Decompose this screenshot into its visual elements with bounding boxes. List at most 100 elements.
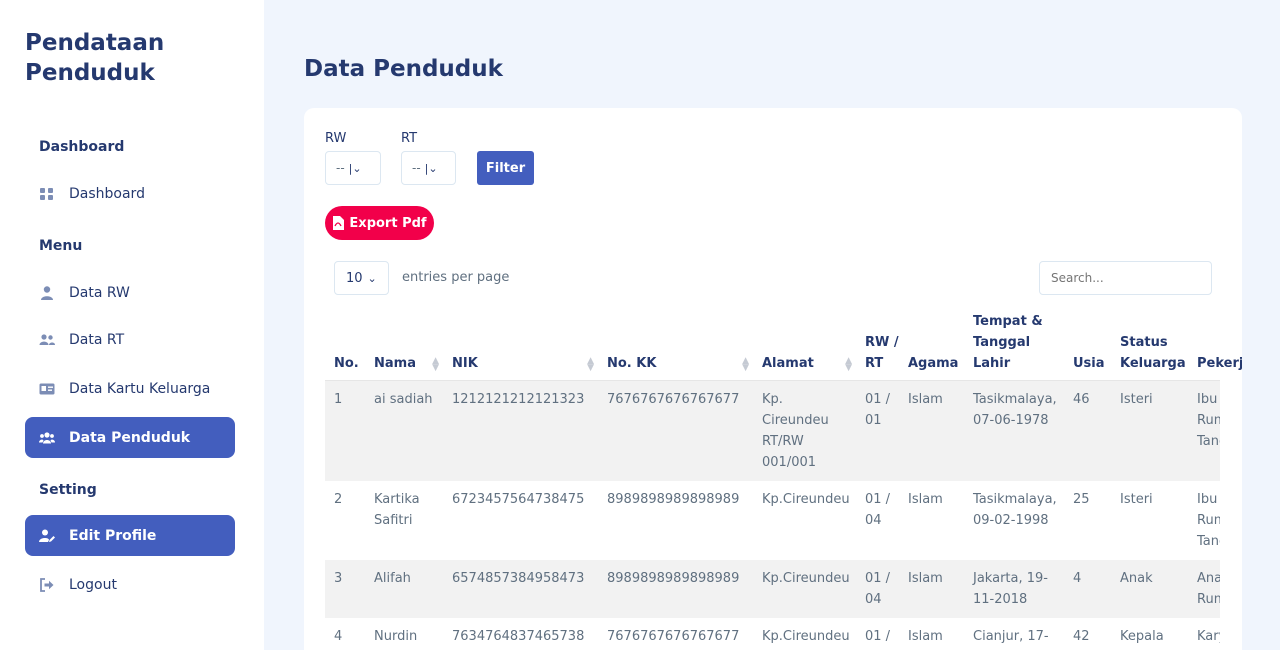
table-cell: Anak [1111, 559, 1188, 618]
grid-icon [39, 186, 55, 202]
table-cell: 7634764837465738 [443, 617, 598, 650]
column-header[interactable]: Pekerjaan [1188, 310, 1242, 381]
header-label: No. KK [607, 355, 657, 371]
header-label: Status Keluarga [1120, 334, 1186, 371]
table-cell: 7676767676767677 [598, 617, 753, 650]
table-cell: 4 [1064, 559, 1111, 618]
column-header[interactable]: Tempat & Tanggal Lahir [964, 310, 1064, 381]
brand-text: Pendataan Penduduk [25, 30, 165, 86]
table-cell: Islam [899, 617, 964, 650]
sort-icon: ▲ ▼ [845, 355, 852, 373]
table-cell: Nurdin [365, 617, 443, 650]
header-label: Nama [374, 355, 416, 371]
rw-filter-label: RW [325, 131, 347, 146]
table-cell: 01 / 04 [856, 559, 899, 618]
rw-filter-select[interactable]: -- |⌄ [325, 151, 381, 185]
table-cell: 01 / 04 [856, 480, 899, 560]
sidebar-item-dashboard[interactable]: Dashboard [25, 173, 235, 214]
sidebar-item-label: Data Penduduk [69, 429, 191, 446]
column-header[interactable]: Usia [1064, 310, 1111, 381]
table-cell: Alifah [365, 559, 443, 618]
sort-icon: ▲ ▼ [742, 355, 749, 373]
header-label: NIK [452, 355, 478, 371]
sidebar: Pendataan Penduduk Dashboard Dashboard M… [0, 0, 264, 650]
table-cell: Islam [899, 480, 964, 560]
id-card-icon [39, 381, 55, 397]
table-row: 1 ai sadiah 1212121212121323 76767676767… [325, 380, 1220, 481]
table-cell: 01 / 01 [856, 617, 899, 650]
table-cell: Jakarta, 19-11-2018 [964, 559, 1064, 618]
table-cell: Tasikmalaya, 09-02-1998 [964, 480, 1064, 560]
entries-per-page-label: entries per page [402, 270, 510, 285]
sidebar-item-label: Data Kartu Keluarga [69, 380, 211, 397]
table-cell: Kp.Cireundeu [753, 617, 856, 650]
sidebar-item-data-rw[interactable]: Data RW [25, 272, 235, 313]
table-cell: 25 [1064, 480, 1111, 560]
header-label: No. [334, 355, 359, 371]
chevron-down-icon: ⌄ [367, 271, 377, 285]
rt-filter-value: -- [412, 161, 421, 175]
export-pdf-label: Export Pdf [349, 215, 427, 231]
table-cell: 42 [1064, 617, 1111, 650]
table-cell: Isteri [1111, 380, 1188, 481]
sidebar-item-edit-profile[interactable]: Edit Profile [25, 515, 235, 556]
header-label: Agama [908, 355, 959, 371]
table-cell: 8989898989898989 [598, 480, 753, 560]
table-row: 3 Alifah 6574857384958473 89898989898989… [325, 559, 1220, 618]
column-header[interactable]: RW / RT [856, 310, 899, 381]
sidebar-item-data-penduduk[interactable]: Data Penduduk [25, 417, 235, 458]
table-cell: Kartika Safitri [365, 480, 443, 560]
entries-value: 10 [346, 270, 363, 286]
entries-per-page-select[interactable]: 10 ⌄ [334, 261, 389, 295]
rw-filter-value: -- [336, 161, 345, 175]
table-cell: 01 / 01 [856, 380, 899, 481]
table-cell: 4 [325, 617, 365, 650]
column-header[interactable]: No. KK ▲ ▼ [598, 310, 753, 381]
pdf-file-icon [332, 216, 345, 230]
penduduk-table: No. Nama ▲ ▼ NIK ▲ ▼ No. KK ▲ ▼ Alamat ▲ ▼ RW / … [325, 310, 1242, 650]
filter-button[interactable]: Filter [477, 151, 534, 185]
header-label: Usia [1073, 355, 1105, 371]
column-header[interactable]: Nama ▲ ▼ [365, 310, 443, 381]
table-row: 2 Kartika Safitri 6723457564738475 89898… [325, 480, 1220, 560]
sidebar-item-label: Edit Profile [69, 527, 157, 544]
table-cell: Ibu Rumah Tangga [1188, 380, 1220, 481]
table-cell: 8989898989898989 [598, 559, 753, 618]
person-icon [39, 285, 55, 301]
sidebar-item-data-rt[interactable]: Data RT [25, 319, 235, 360]
table-cell: 6723457564738475 [443, 480, 598, 560]
sidebar-item-data-kartu-keluarga[interactable]: Data Kartu Keluarga [25, 368, 235, 409]
sidebar-section-dashboard: Dashboard [39, 139, 125, 155]
export-pdf-button[interactable]: Export Pdf [325, 206, 434, 240]
rt-filter-label: RT [401, 131, 418, 146]
header-label: Pekerjaan [1197, 355, 1242, 371]
column-header[interactable]: Agama [899, 310, 964, 381]
column-header[interactable]: No. [325, 310, 365, 381]
table-cell: Kp.Cireundeu [753, 480, 856, 560]
sidebar-section-menu: Menu [39, 238, 83, 254]
table-cell: Islam [899, 559, 964, 618]
people-icon [39, 332, 55, 348]
table-cell: Islam [899, 380, 964, 481]
logout-icon [39, 577, 55, 593]
sidebar-item-label: Logout [69, 576, 117, 593]
table-cell: 7676767676767677 [598, 380, 753, 481]
table-cell: 2 [325, 480, 365, 560]
header-label: Tempat & Tanggal Lahir [973, 313, 1043, 371]
table-cell: 46 [1064, 380, 1111, 481]
page-title: Data Penduduk [304, 56, 503, 82]
brand-title: Pendataan Penduduk [25, 28, 225, 88]
table-cell: Karyawan [1188, 617, 1220, 650]
sort-icon: ▲ ▼ [587, 355, 594, 373]
data-card: RW -- |⌄ RT -- |⌄ Filter Export Pdf 10 ⌄… [304, 108, 1242, 650]
column-header[interactable]: Status Keluarga [1111, 310, 1188, 381]
table-cell: Cianjur, 17- [964, 617, 1064, 650]
column-header[interactable]: NIK ▲ ▼ [443, 310, 598, 381]
search-input[interactable] [1039, 261, 1212, 295]
sidebar-item-logout[interactable]: Logout [25, 564, 235, 605]
table-header-row: No. Nama ▲ ▼ NIK ▲ ▼ No. KK ▲ ▼ Alamat ▲ ▼ RW / … [325, 310, 1242, 381]
sidebar-item-label: Data RW [69, 284, 130, 301]
rt-filter-select[interactable]: -- |⌄ [401, 151, 456, 185]
column-header[interactable]: Alamat ▲ ▼ [753, 310, 856, 381]
table-cell: Kepala [1111, 617, 1188, 650]
